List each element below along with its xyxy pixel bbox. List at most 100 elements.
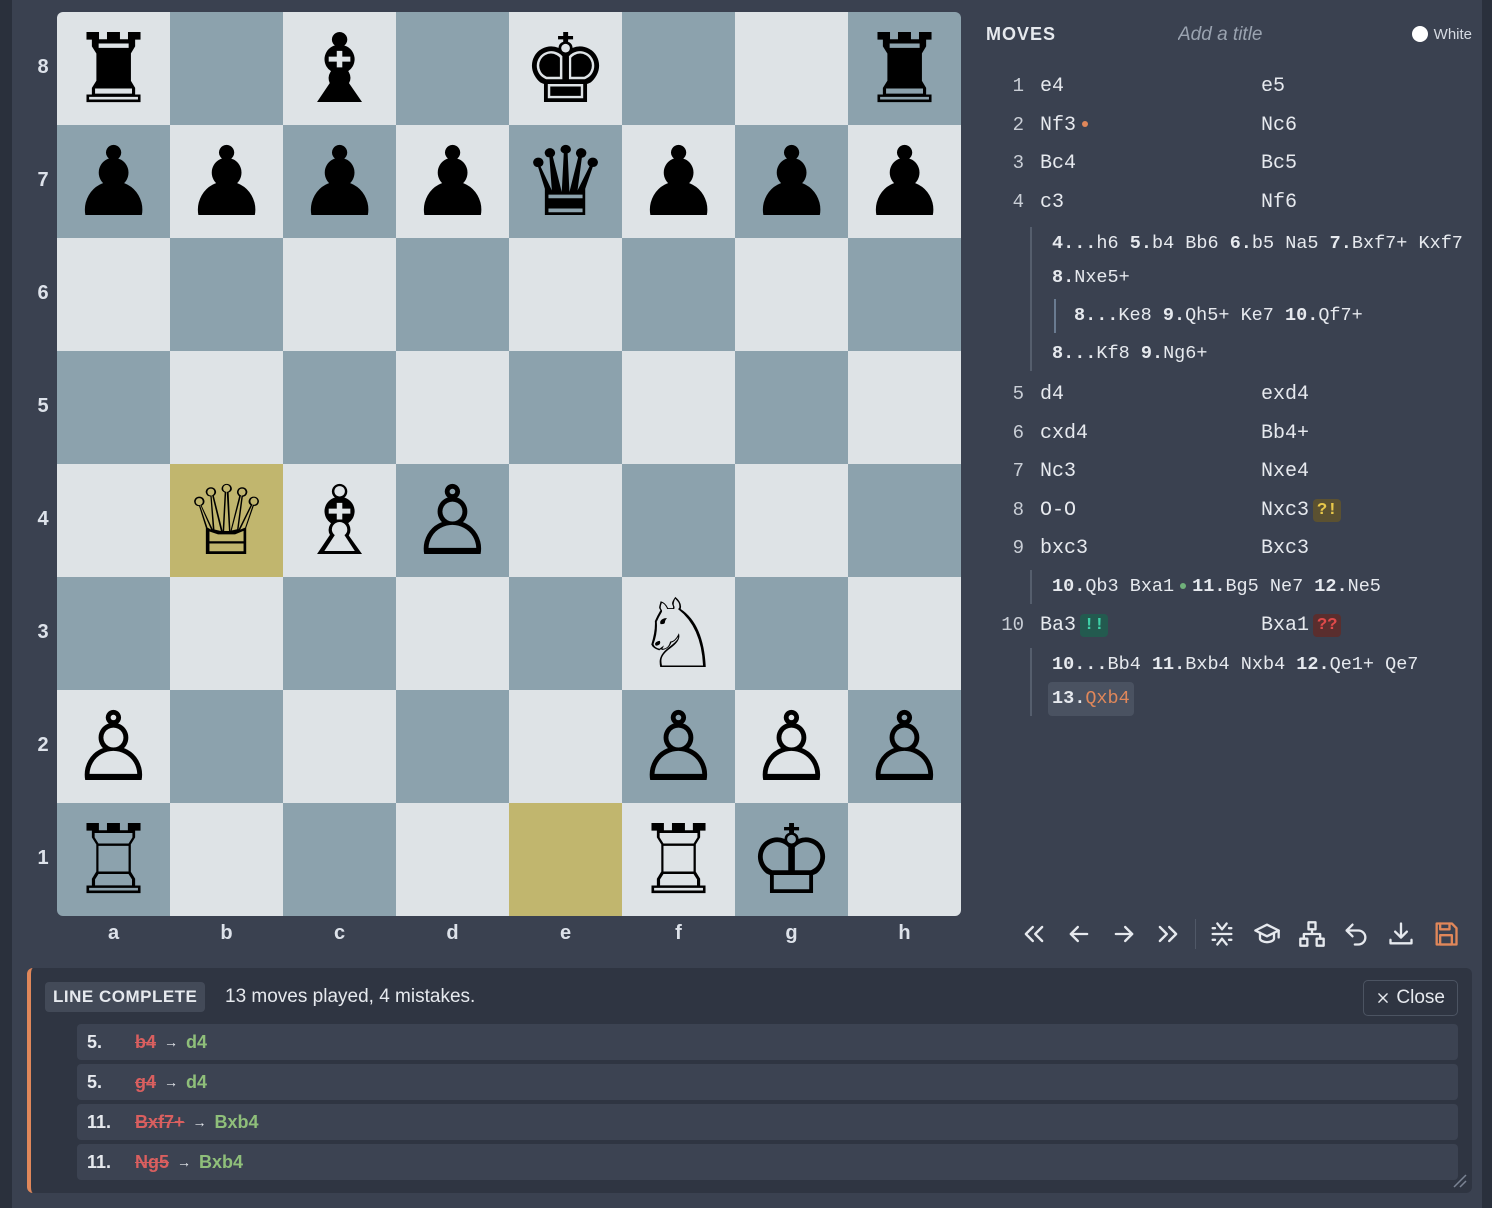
- white-move[interactable]: bxc3: [1040, 537, 1088, 560]
- side-toggle[interactable]: White: [1411, 22, 1472, 46]
- square-h7[interactable]: ♟: [848, 125, 961, 238]
- square-h5[interactable]: [848, 351, 961, 464]
- square-a1[interactable]: ♖: [57, 803, 170, 916]
- last-move-button[interactable]: [1146, 912, 1191, 956]
- chess-piece[interactable]: ♗: [296, 473, 382, 569]
- title-input[interactable]: [1178, 22, 1368, 48]
- square-c4[interactable]: ♗: [283, 464, 396, 577]
- next-move-button[interactable]: [1101, 912, 1146, 956]
- square-c8[interactable]: ♝: [283, 12, 396, 125]
- black-move[interactable]: Bxa1??: [1261, 613, 1342, 637]
- square-d6[interactable]: [396, 238, 509, 351]
- square-d1[interactable]: [396, 803, 509, 916]
- black-move[interactable]: Bc5: [1261, 152, 1297, 175]
- chess-piece[interactable]: ♚: [522, 21, 608, 117]
- square-e6[interactable]: [509, 238, 622, 351]
- close-button[interactable]: Close: [1363, 980, 1458, 1016]
- square-c6[interactable]: [283, 238, 396, 351]
- square-c3[interactable]: [283, 577, 396, 690]
- chess-piece[interactable]: ♟: [70, 134, 156, 230]
- black-move[interactable]: exd4: [1261, 383, 1309, 406]
- white-move[interactable]: Nf3: [1040, 114, 1089, 137]
- square-b1[interactable]: [170, 803, 283, 916]
- square-a8[interactable]: ♜: [57, 12, 170, 125]
- square-c2[interactable]: [283, 690, 396, 803]
- square-c1[interactable]: [283, 803, 396, 916]
- square-d8[interactable]: [396, 12, 509, 125]
- square-f3[interactable]: ♘: [622, 577, 735, 690]
- square-h2[interactable]: ♙: [848, 690, 961, 803]
- square-d5[interactable]: [396, 351, 509, 464]
- square-f1[interactable]: ♖: [622, 803, 735, 916]
- chess-piece[interactable]: ♜: [861, 21, 947, 117]
- mistake-row[interactable]: 11. Bxf7+ → Bxb4: [77, 1104, 1458, 1140]
- chess-piece[interactable]: ♘: [635, 586, 721, 682]
- variation-line[interactable]: 4...h6 5.b4 Bb6 6.b5 Na5 7.Bxf7+ Kxf7 8.…: [1052, 227, 1472, 295]
- square-a7[interactable]: ♟: [57, 125, 170, 238]
- square-e5[interactable]: [509, 351, 622, 464]
- square-f4[interactable]: [622, 464, 735, 577]
- black-move[interactable]: Bxc3: [1261, 537, 1309, 560]
- square-f6[interactable]: [622, 238, 735, 351]
- chess-piece[interactable]: ♟: [635, 134, 721, 230]
- square-a5[interactable]: [57, 351, 170, 464]
- square-a3[interactable]: [57, 577, 170, 690]
- square-g3[interactable]: [735, 577, 848, 690]
- square-h3[interactable]: [848, 577, 961, 690]
- current-move[interactable]: 13.Qxb4: [1048, 682, 1134, 716]
- variation-line[interactable]: 8...Kf8 9.Ng6+: [1052, 337, 1472, 371]
- black-move[interactable]: Nxe4: [1261, 460, 1309, 483]
- white-move[interactable]: Bc4: [1040, 152, 1076, 175]
- square-b8[interactable]: [170, 12, 283, 125]
- square-e8[interactable]: ♚: [509, 12, 622, 125]
- first-move-button[interactable]: [1012, 912, 1057, 956]
- white-move[interactable]: cxd4: [1040, 422, 1088, 445]
- chess-piece[interactable]: ♟: [296, 134, 382, 230]
- square-g5[interactable]: [735, 351, 848, 464]
- square-f8[interactable]: [622, 12, 735, 125]
- square-a2[interactable]: ♙: [57, 690, 170, 803]
- variation-line[interactable]: 10.Qb3 Bxa1 11.Bg5 Ne7 12.Ne5: [1052, 570, 1472, 604]
- chess-board[interactable]: ♜ ♝ ♚ ♜ ♟ ♟ ♟ ♟ ♛ ♟ ♟ ♟ ♕ ♗ ♙ ♘ ♙ ♙ ♙ ♙ ♖ ♖ ♔: [57, 12, 961, 916]
- square-g6[interactable]: [735, 238, 848, 351]
- square-e3[interactable]: [509, 577, 622, 690]
- black-move[interactable]: Nc6: [1261, 114, 1297, 137]
- black-move[interactable]: e5: [1261, 75, 1285, 98]
- square-b2[interactable]: [170, 690, 283, 803]
- square-h6[interactable]: [848, 238, 961, 351]
- square-d7[interactable]: ♟: [396, 125, 509, 238]
- black-move[interactable]: Bb4+: [1261, 422, 1309, 445]
- chess-piece[interactable]: ♜: [70, 21, 156, 117]
- square-c7[interactable]: ♟: [283, 125, 396, 238]
- square-b3[interactable]: [170, 577, 283, 690]
- chess-piece[interactable]: ♔: [748, 812, 834, 908]
- white-move[interactable]: d4: [1040, 383, 1064, 406]
- square-g1[interactable]: ♔: [735, 803, 848, 916]
- square-g2[interactable]: ♙: [735, 690, 848, 803]
- chess-piece[interactable]: ♛: [522, 134, 608, 230]
- square-a6[interactable]: [57, 238, 170, 351]
- white-move[interactable]: e4: [1040, 75, 1064, 98]
- white-move[interactable]: Nc3: [1040, 460, 1076, 483]
- chess-piece[interactable]: ♙: [861, 699, 947, 795]
- chess-piece[interactable]: ♙: [70, 699, 156, 795]
- tree-view-button[interactable]: [1289, 912, 1334, 956]
- chess-piece[interactable]: ♖: [70, 812, 156, 908]
- chess-piece[interactable]: ♟: [748, 134, 834, 230]
- mistake-row[interactable]: 5. g4 → d4: [77, 1064, 1458, 1100]
- square-e4[interactable]: [509, 464, 622, 577]
- chess-piece[interactable]: ♟: [183, 134, 269, 230]
- collapse-variations-button[interactable]: [1200, 912, 1245, 956]
- square-e1[interactable]: [509, 803, 622, 916]
- learn-button[interactable]: [1245, 912, 1290, 956]
- square-a4[interactable]: [57, 464, 170, 577]
- square-f5[interactable]: [622, 351, 735, 464]
- square-b5[interactable]: [170, 351, 283, 464]
- black-move[interactable]: Nf6: [1261, 191, 1297, 214]
- square-g4[interactable]: [735, 464, 848, 577]
- square-e2[interactable]: [509, 690, 622, 803]
- variation-line[interactable]: 10...Bb4 11.Bxb4 Nxb4 12.Qe1+ Qe7 13.Qxb…: [1048, 648, 1472, 716]
- square-b4[interactable]: ♕: [170, 464, 283, 577]
- square-h8[interactable]: ♜: [848, 12, 961, 125]
- square-g7[interactable]: ♟: [735, 125, 848, 238]
